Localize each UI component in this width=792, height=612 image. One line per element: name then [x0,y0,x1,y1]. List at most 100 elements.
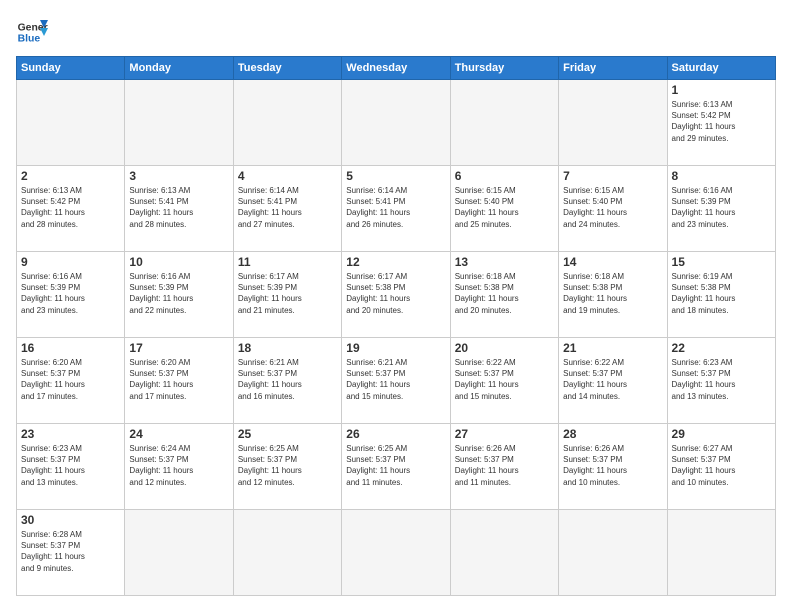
weekday-header: Wednesday [342,57,450,80]
calendar-cell: 13Sunrise: 6:18 AM Sunset: 5:38 PM Dayli… [450,252,558,338]
day-info: Sunrise: 6:17 AM Sunset: 5:39 PM Dayligh… [238,271,337,316]
day-number: 5 [346,169,445,183]
calendar-cell [233,80,341,166]
day-info: Sunrise: 6:15 AM Sunset: 5:40 PM Dayligh… [455,185,554,230]
weekday-header-row: SundayMondayTuesdayWednesdayThursdayFrid… [17,57,776,80]
day-info: Sunrise: 6:25 AM Sunset: 5:37 PM Dayligh… [238,443,337,488]
day-info: Sunrise: 6:23 AM Sunset: 5:37 PM Dayligh… [672,357,771,402]
calendar-cell: 16 Sunrise: 6:20 AM Sunset: 5:37 PM Dayli… [17,338,125,424]
logo-icon: General Blue [16,16,48,48]
calendar-table: SundayMondayTuesdayWednesdayThursdayFrid… [16,56,776,596]
header: General Blue [16,16,776,48]
calendar-cell: 9Sunrise: 6:16 AM Sunset: 5:39 PM Daylig… [17,252,125,338]
calendar-cell: 8 Sunrise: 6:16 AM Sunset: 5:39 PM Daylig… [667,166,775,252]
calendar-cell: 17 Sunrise: 6:20 AM Sunset: 5:37 PM Dayli… [125,338,233,424]
day-number: 1 [672,83,771,97]
day-info: Sunrise: 6:22 AM Sunset: 5:37 PM Dayligh… [455,357,554,402]
day-info: Sunrise: 6:15 AM Sunset: 5:40 PM Dayligh… [563,185,662,230]
day-number: 18 [238,341,337,355]
calendar-cell [667,510,775,596]
day-number: 22 [672,341,771,355]
page: General Blue SundayMondayTuesdayWednesda… [0,0,792,612]
day-number: 3 [129,169,228,183]
calendar-cell [342,510,450,596]
day-info: Sunrise: 6:13 AM Sunset: 5:42 PM Dayligh… [21,185,120,230]
day-number: 16 [21,341,120,355]
calendar-cell: 7 Sunrise: 6:15 AM Sunset: 5:40 PM Daylig… [559,166,667,252]
day-number: 12 [346,255,445,269]
weekday-header: Monday [125,57,233,80]
weekday-header: Tuesday [233,57,341,80]
day-number: 24 [129,427,228,441]
day-number: 19 [346,341,445,355]
weekday-header: Friday [559,57,667,80]
day-info: Sunrise: 6:22 AM Sunset: 5:37 PM Dayligh… [563,357,662,402]
day-number: 28 [563,427,662,441]
calendar-cell: 15 Sunrise: 6:19 AM Sunset: 5:38 PM Dayli… [667,252,775,338]
day-number: 10 [129,255,228,269]
day-number: 8 [672,169,771,183]
weekday-header: Sunday [17,57,125,80]
day-number: 20 [455,341,554,355]
day-info: Sunrise: 6:18 AM Sunset: 5:38 PM Dayligh… [563,271,662,316]
day-number: 7 [563,169,662,183]
day-number: 21 [563,341,662,355]
day-number: 26 [346,427,445,441]
day-info: Sunrise: 6:21 AM Sunset: 5:37 PM Dayligh… [346,357,445,402]
calendar-row: 1Sunrise: 6:13 AM Sunset: 5:42 PM Daylig… [17,80,776,166]
calendar-cell: 11 Sunrise: 6:17 AM Sunset: 5:39 PM Dayli… [233,252,341,338]
day-info: Sunrise: 6:16 AM Sunset: 5:39 PM Dayligh… [672,185,771,230]
day-number: 14 [563,255,662,269]
calendar-cell [559,80,667,166]
calendar-cell [233,510,341,596]
day-info: Sunrise: 6:23 AM Sunset: 5:37 PM Dayligh… [21,443,120,488]
calendar-row: 23 Sunrise: 6:23 AM Sunset: 5:37 PM Dayli… [17,424,776,510]
day-info: Sunrise: 6:16 AM Sunset: 5:39 PM Dayligh… [21,271,120,316]
day-number: 15 [672,255,771,269]
calendar-cell: 30Sunrise: 6:28 AM Sunset: 5:37 PM Dayli… [17,510,125,596]
calendar-cell: 21 Sunrise: 6:22 AM Sunset: 5:37 PM Dayli… [559,338,667,424]
calendar-cell: 24 Sunrise: 6:24 AM Sunset: 5:37 PM Dayli… [125,424,233,510]
day-info: Sunrise: 6:20 AM Sunset: 5:37 PM Dayligh… [129,357,228,402]
calendar-cell [450,510,558,596]
calendar-cell [342,80,450,166]
day-number: 29 [672,427,771,441]
calendar-cell: 27 Sunrise: 6:26 AM Sunset: 5:37 PM Dayli… [450,424,558,510]
calendar-cell: 22 Sunrise: 6:23 AM Sunset: 5:37 PM Dayli… [667,338,775,424]
day-number: 17 [129,341,228,355]
calendar-cell: 18Sunrise: 6:21 AM Sunset: 5:37 PM Dayli… [233,338,341,424]
calendar-cell: 5Sunrise: 6:14 AM Sunset: 5:41 PM Daylig… [342,166,450,252]
weekday-header: Saturday [667,57,775,80]
day-info: Sunrise: 6:26 AM Sunset: 5:37 PM Dayligh… [455,443,554,488]
day-info: Sunrise: 6:26 AM Sunset: 5:37 PM Dayligh… [563,443,662,488]
day-info: Sunrise: 6:19 AM Sunset: 5:38 PM Dayligh… [672,271,771,316]
calendar-cell: 10 Sunrise: 6:16 AM Sunset: 5:39 PM Dayli… [125,252,233,338]
day-number: 27 [455,427,554,441]
day-number: 23 [21,427,120,441]
calendar-cell [17,80,125,166]
calendar-cell: 4Sunrise: 6:14 AM Sunset: 5:41 PM Daylig… [233,166,341,252]
logo: General Blue [16,16,48,48]
calendar-cell: 28 Sunrise: 6:26 AM Sunset: 5:37 PM Dayli… [559,424,667,510]
day-info: Sunrise: 6:24 AM Sunset: 5:37 PM Dayligh… [129,443,228,488]
day-number: 4 [238,169,337,183]
calendar-cell: 29 Sunrise: 6:27 AM Sunset: 5:37 PM Dayli… [667,424,775,510]
day-info: Sunrise: 6:16 AM Sunset: 5:39 PM Dayligh… [129,271,228,316]
weekday-header: Thursday [450,57,558,80]
calendar-row: 30Sunrise: 6:28 AM Sunset: 5:37 PM Dayli… [17,510,776,596]
calendar-cell [125,80,233,166]
calendar-cell [450,80,558,166]
calendar-cell: 2 Sunrise: 6:13 AM Sunset: 5:42 PM Daylig… [17,166,125,252]
calendar-cell [125,510,233,596]
day-info: Sunrise: 6:25 AM Sunset: 5:37 PM Dayligh… [346,443,445,488]
calendar-cell: 14 Sunrise: 6:18 AM Sunset: 5:38 PM Dayli… [559,252,667,338]
day-number: 25 [238,427,337,441]
calendar-cell: 12Sunrise: 6:17 AM Sunset: 5:38 PM Dayli… [342,252,450,338]
calendar-cell: 23 Sunrise: 6:23 AM Sunset: 5:37 PM Dayli… [17,424,125,510]
day-number: 2 [21,169,120,183]
day-info: Sunrise: 6:27 AM Sunset: 5:37 PM Dayligh… [672,443,771,488]
day-info: Sunrise: 6:20 AM Sunset: 5:37 PM Dayligh… [21,357,120,402]
calendar-cell: 1Sunrise: 6:13 AM Sunset: 5:42 PM Daylig… [667,80,775,166]
day-number: 11 [238,255,337,269]
day-number: 30 [21,513,120,527]
